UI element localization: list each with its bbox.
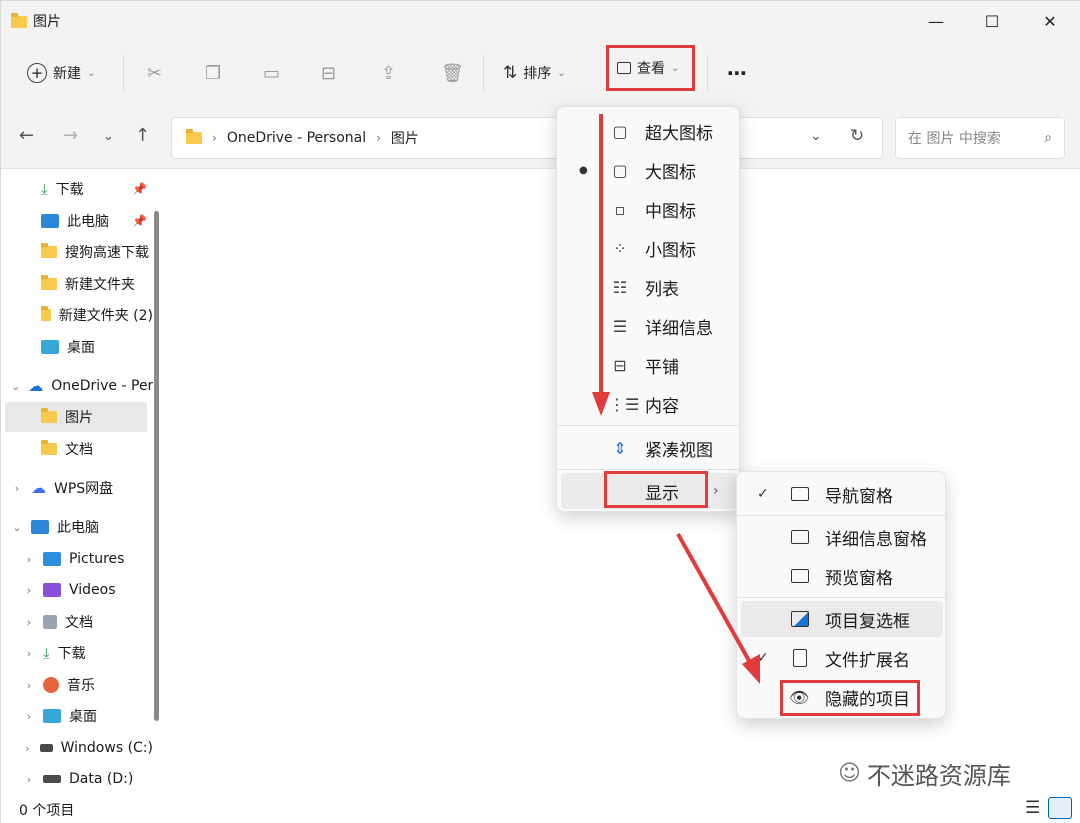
vertical-arrow [592,114,610,416]
wechat-icon: ☺ [838,761,861,786]
watermark: ☺ 不迷路资源库 [838,756,1011,791]
diagonal-arrow [676,533,760,684]
watermark-text: 不迷路资源库 [866,762,1011,790]
annotation-arrows [592,114,760,684]
